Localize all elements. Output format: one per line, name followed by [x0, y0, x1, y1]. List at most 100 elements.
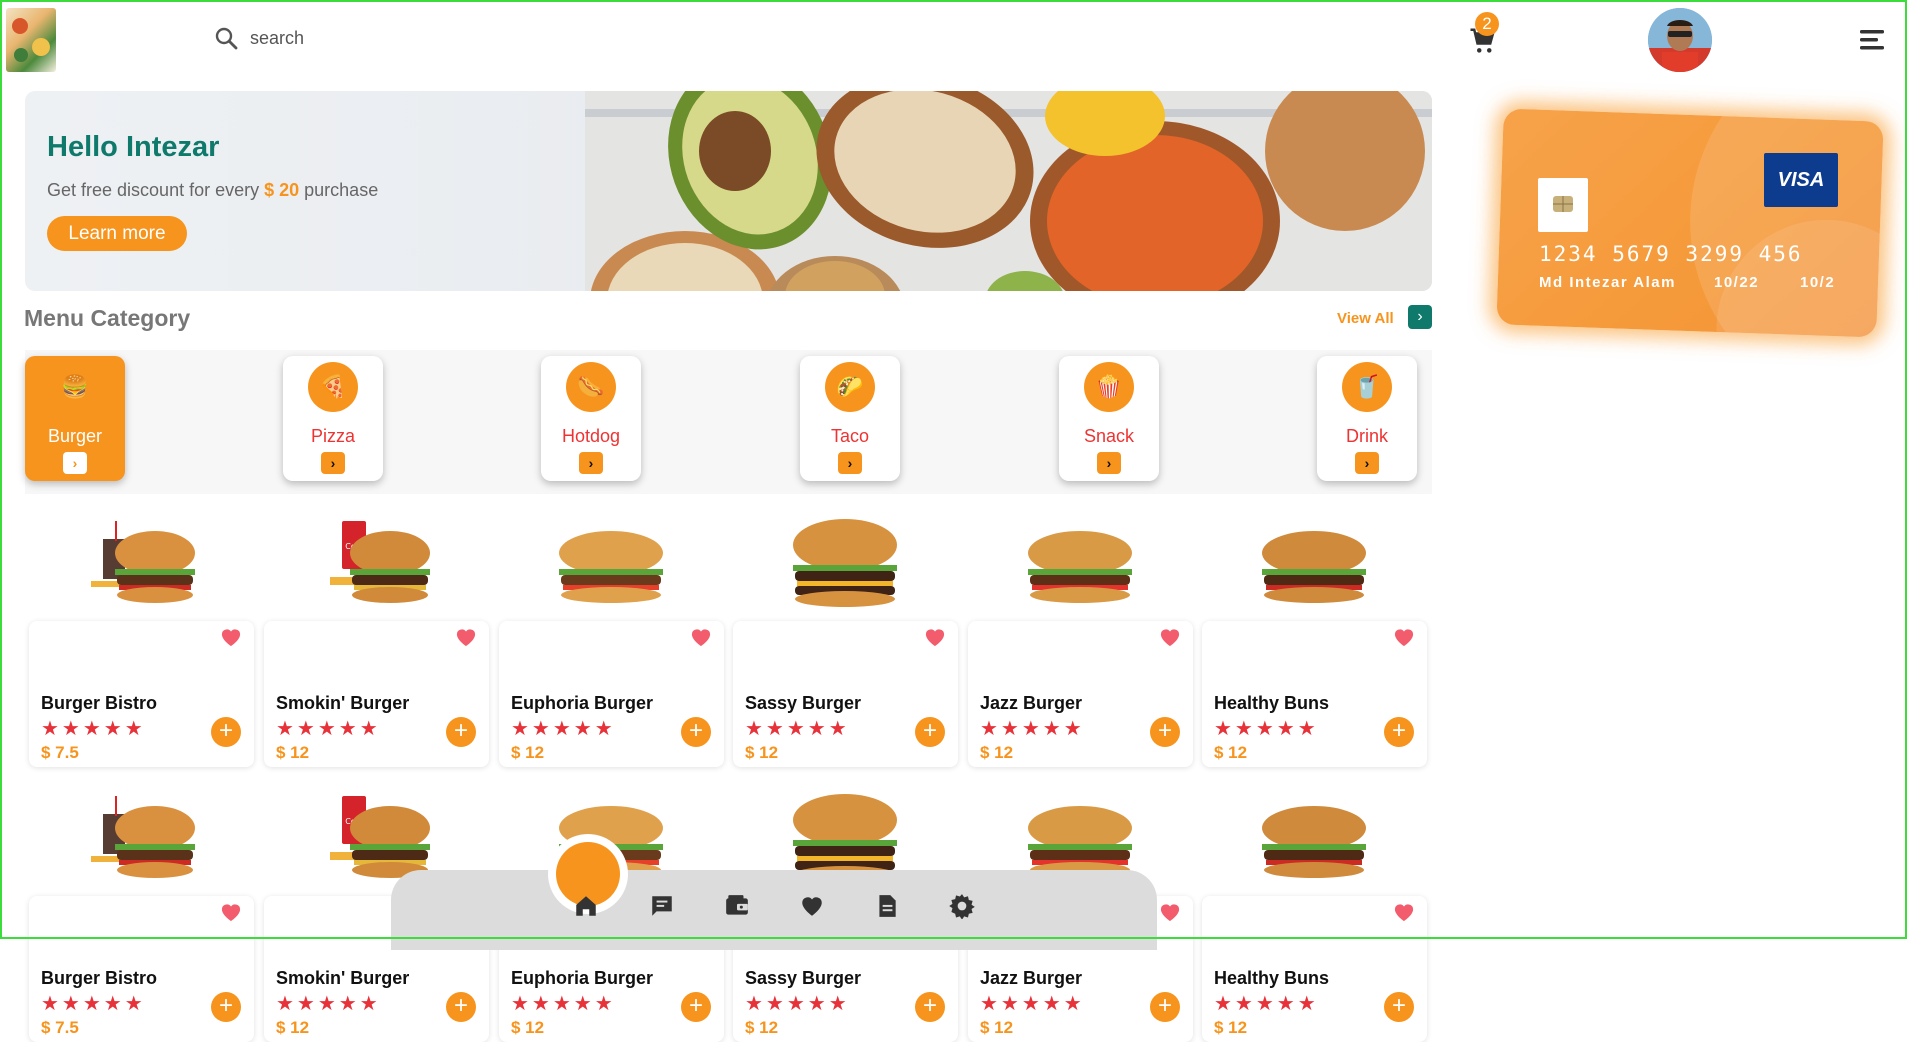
- rating-stars: ★★★★★: [745, 718, 850, 740]
- food-price: $ 12: [1214, 1018, 1248, 1037]
- rating-stars: ★★★★★: [1214, 993, 1319, 1015]
- food-name: Smokin' Burger: [276, 968, 410, 988]
- search-bar[interactable]: [214, 26, 510, 50]
- pizza-icon: 🍕: [308, 362, 358, 412]
- food-card[interactable]: Euphoria Burger ★★★★★ $ 12 +: [499, 621, 724, 767]
- food-image[interactable]: [551, 515, 671, 611]
- card-chip-icon: [1538, 178, 1588, 232]
- add-to-cart-button[interactable]: +: [1150, 992, 1180, 1022]
- add-to-cart-button[interactable]: +: [681, 992, 711, 1022]
- food-price: $ 12: [745, 1018, 779, 1037]
- promo-amount: $ 20: [264, 180, 300, 200]
- view-all-arrow-icon[interactable]: ›: [1408, 305, 1432, 329]
- food-image[interactable]: [785, 515, 905, 611]
- favorite-heart-icon[interactable]: [1159, 627, 1181, 647]
- hotdog-icon: 🌭: [566, 362, 616, 412]
- food-card[interactable]: Healthy Buns ★★★★★ $ 12 +: [1202, 896, 1427, 1042]
- rating-stars: ★★★★★: [980, 718, 1085, 740]
- food-price: $ 7.5: [41, 743, 79, 762]
- food-image[interactable]: Cola: [316, 515, 436, 611]
- add-to-cart-button[interactable]: +: [446, 992, 476, 1022]
- rating-stars: ★★★★★: [1214, 718, 1319, 740]
- category-pizza[interactable]: 🍕 Pizza ›: [283, 356, 383, 481]
- food-name: Smokin' Burger: [276, 693, 410, 713]
- add-to-cart-button[interactable]: +: [211, 992, 241, 1022]
- bottom-nav: [391, 870, 1157, 950]
- heart-icon[interactable]: [799, 893, 825, 919]
- food-price: $ 7.5: [41, 1018, 79, 1037]
- cart-count-badge: 2: [1475, 12, 1499, 36]
- food-card[interactable]: Healthy Buns ★★★★★ $ 12 +: [1202, 621, 1427, 767]
- add-to-cart-button[interactable]: +: [915, 992, 945, 1022]
- add-to-cart-button[interactable]: +: [915, 717, 945, 747]
- food-card[interactable]: Burger Bistro ★★★★★ $ 7.5 +: [29, 896, 254, 1042]
- food-image[interactable]: [1254, 790, 1374, 886]
- food-card[interactable]: Jazz Burger ★★★★★ $ 12 +: [968, 621, 1193, 767]
- settings-icon[interactable]: [949, 893, 975, 919]
- food-price: $ 12: [745, 743, 779, 762]
- document-icon[interactable]: [874, 893, 900, 919]
- wallet-icon[interactable]: [724, 893, 750, 919]
- food-image[interactable]: [1020, 515, 1140, 611]
- chevron-right-icon[interactable]: ›: [321, 452, 345, 474]
- chevron-right-icon[interactable]: ›: [838, 452, 862, 474]
- category-hotdog[interactable]: 🌭 Hotdog ›: [541, 356, 641, 481]
- drink-icon: 🥤: [1342, 362, 1392, 412]
- rating-stars: ★★★★★: [980, 993, 1085, 1015]
- add-to-cart-button[interactable]: +: [1384, 717, 1414, 747]
- food-card[interactable]: Smokin' Burger ★★★★★ $ 12 +: [264, 621, 489, 767]
- avatar[interactable]: [1648, 8, 1712, 72]
- food-image[interactable]: [81, 515, 201, 611]
- food-name: Euphoria Burger: [511, 693, 654, 713]
- food-image[interactable]: [1254, 515, 1374, 611]
- favorite-heart-icon[interactable]: [1393, 627, 1415, 647]
- view-all-link[interactable]: View All: [1337, 310, 1394, 327]
- card-holder: Md Intezar Alam: [1539, 274, 1676, 291]
- rating-stars: ★★★★★: [41, 993, 146, 1015]
- chevron-right-icon[interactable]: ›: [1355, 452, 1379, 474]
- add-to-cart-button[interactable]: +: [1150, 717, 1180, 747]
- category-taco[interactable]: 🌮 Taco ›: [800, 356, 900, 481]
- rating-stars: ★★★★★: [41, 718, 146, 740]
- food-card[interactable]: Sassy Burger ★★★★★ $ 12 +: [733, 621, 958, 767]
- add-to-cart-button[interactable]: +: [211, 717, 241, 747]
- food-price: $ 12: [511, 1018, 545, 1037]
- rating-stars: ★★★★★: [511, 993, 616, 1015]
- food-name: Sassy Burger: [745, 693, 862, 713]
- food-image[interactable]: [81, 790, 201, 886]
- visa-logo-icon: VISA: [1764, 153, 1838, 207]
- category-burger[interactable]: 🍔 Burger ›: [25, 356, 125, 481]
- rating-stars: ★★★★★: [745, 993, 850, 1015]
- home-icon[interactable]: [573, 893, 599, 919]
- favorite-heart-icon[interactable]: [1159, 902, 1181, 922]
- food-price: $ 12: [276, 743, 310, 762]
- chevron-right-icon[interactable]: ›: [1097, 452, 1121, 474]
- food-name: Sassy Burger: [745, 968, 862, 988]
- rating-stars: ★★★★★: [276, 993, 381, 1015]
- app-logo[interactable]: [6, 8, 56, 72]
- favorite-heart-icon[interactable]: [690, 627, 712, 647]
- favorite-heart-icon[interactable]: [1393, 902, 1415, 922]
- category-strip: [25, 350, 1432, 494]
- burger-icon: 🍔: [61, 374, 89, 399]
- food-price: $ 12: [980, 743, 1014, 762]
- search-input[interactable]: [250, 27, 510, 49]
- learn-more-button[interactable]: Learn more: [47, 216, 187, 251]
- food-card[interactable]: Burger Bistro ★★★★★ $ 7.5 +: [29, 621, 254, 767]
- favorite-heart-icon[interactable]: [220, 902, 242, 922]
- chat-icon[interactable]: [649, 893, 675, 919]
- chevron-right-icon[interactable]: ›: [579, 452, 603, 474]
- category-snack[interactable]: 🍿 Snack ›: [1059, 356, 1159, 481]
- rating-stars: ★★★★★: [511, 718, 616, 740]
- add-to-cart-button[interactable]: +: [446, 717, 476, 747]
- favorite-heart-icon[interactable]: [924, 627, 946, 647]
- favorite-heart-icon[interactable]: [220, 627, 242, 647]
- chevron-right-icon[interactable]: ›: [63, 452, 87, 474]
- favorite-heart-icon[interactable]: [455, 627, 477, 647]
- add-to-cart-button[interactable]: +: [681, 717, 711, 747]
- menu-icon[interactable]: [1860, 28, 1886, 52]
- category-label: Taco: [830, 426, 870, 446]
- rating-stars: ★★★★★: [276, 718, 381, 740]
- add-to-cart-button[interactable]: +: [1384, 992, 1414, 1022]
- category-drink[interactable]: 🥤 Drink ›: [1317, 356, 1417, 481]
